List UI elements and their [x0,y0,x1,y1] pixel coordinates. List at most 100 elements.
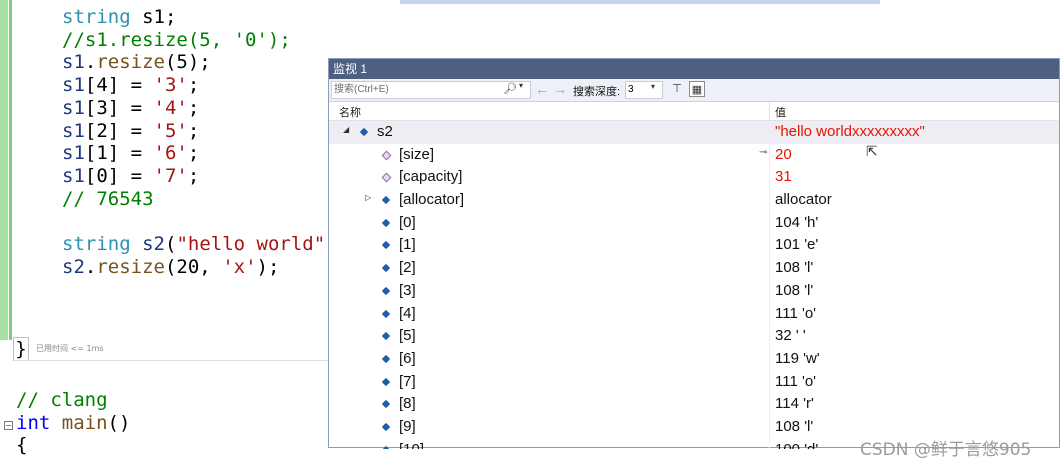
line-separator [14,360,330,361]
field-icon [381,400,391,409]
watch-row[interactable]: [7] 111 'o' [329,370,1059,394]
code-token: s1 [62,74,85,97]
code-token: . [84,255,97,278]
code-token: '3' [153,74,188,97]
column-divider [769,438,770,449]
code-token: s1 [62,51,85,74]
search-icon[interactable]: 🔎︎ [503,82,517,95]
code-token: ); [256,255,280,278]
watch-row[interactable]: ▷ [allocator] allocator [329,189,1059,212]
watch-row-name: [3] [399,281,416,299]
watch-row-value[interactable]: 119 'w' [775,350,820,367]
code-token: [1] = [84,142,154,165]
column-divider[interactable] [769,102,770,120]
search-depth-select[interactable]: 3 [625,81,663,99]
value-column-header[interactable]: 值 [775,104,786,120]
code-token: { [16,434,28,457]
watch-row-name: [4] [399,304,416,322]
watch-row-value[interactable]: 108 'l' [775,282,813,299]
watch-row-value[interactable]: 104 'h' [775,214,818,231]
field-icon [381,354,391,364]
search-input[interactable]: 搜索(Ctrl+E) [331,81,531,99]
watch-row-value[interactable]: 114 'r' [775,395,814,412]
field-icon [381,309,391,318]
watch-row-name: [10] [399,441,424,449]
watch-row-value[interactable]: 108 'l' [775,259,813,276]
watch-window[interactable]: 监视 1 搜索(Ctrl+E) 🔎︎ ▾ ← → 搜索深度: 3 ▾ ⊤ ▦ 名… [328,58,1060,449]
watch-row-value[interactable]: 100 'd' [775,441,818,449]
field-icon [381,241,391,250]
code-token: [0] = [84,164,154,187]
code-line: string s2("hello world" [62,233,325,255]
watch-row-value[interactable]: 101 'e' [775,236,818,253]
watch-row[interactable]: [size] ⊸ 20 [329,143,1059,167]
mouse-cursor-icon: ⇱ [866,143,878,159]
code-token: s2 [142,233,165,255]
field-icon [381,331,391,341]
code-token: ; [187,142,200,165]
watch-row[interactable]: [3] 108 'l' [329,279,1059,303]
watch-row-value[interactable]: 108 'l' [775,418,813,435]
code-token: ( [164,233,177,255]
code-token: s1 [62,142,85,165]
search-depth-label: 搜索深度: [573,86,621,98]
column-divider [769,257,770,280]
pin-icon[interactable]: ⊸ [759,147,767,158]
watch-row-value[interactable]: 31 [775,168,792,185]
watch-row-name: [1] [399,236,416,254]
watch-row-value[interactable]: "hello worldxxxxxxxxx" [775,123,925,140]
search-dropdown-icon[interactable]: ▾ [519,81,523,90]
code-token: [3] = [84,96,154,119]
filter-icon[interactable]: ⊤ [669,81,685,97]
watch-row-value[interactable]: 111 'o' [775,305,816,322]
watch-row[interactable]: [8] 114 'r' [329,393,1059,416]
column-divider [769,393,770,416]
property-icon [381,172,392,183]
watch-row[interactable]: [0] 104 'h' [329,211,1059,235]
name-column-header[interactable]: 名称 [339,104,361,120]
watch-row-value[interactable]: 32 ' ' [775,327,806,344]
watch-row-value[interactable]: 20 [775,146,792,163]
watch-row[interactable]: [capacity] 31 [329,166,1059,190]
code-line: s1[0] = '7'; [62,165,199,187]
watch-window-title[interactable]: 监视 1 [329,59,1059,79]
watch-rows: ◢ s2 "hello worldxxxxxxxxx" [size] ⊸ 20 [capac… [329,121,1059,449]
code-token: . [84,51,97,74]
chevron-down-icon[interactable]: ▾ [651,82,655,91]
watch-row[interactable]: [2] 108 'l' [329,257,1059,280]
column-divider [769,189,770,212]
code-token: // clang [16,389,108,411]
code-token: main [61,411,108,434]
scroll-highlight [400,0,880,4]
code-line: int main() [16,412,130,434]
code-token: resize [96,255,165,278]
watch-row-name: [9] [399,417,416,435]
column-divider [769,166,770,190]
watch-row[interactable]: [5] 32 ' ' [329,325,1059,348]
code-line: s1[1] = '6'; [62,142,199,164]
forward-arrow-icon[interactable]: → [553,81,567,97]
field-icon [381,377,391,386]
code-line: s1[3] = '4'; [62,97,199,119]
watch-row-value[interactable]: allocator [775,191,832,208]
code-token: resize [96,51,165,74]
back-arrow-icon[interactable]: ← [535,81,549,97]
expand-arrow-icon[interactable]: ▷ [365,193,371,202]
hex-display-icon[interactable]: ▦ [689,81,705,97]
code-token: s1 [62,119,85,142]
collapse-arrow-icon[interactable]: ◢ [343,125,349,134]
watch-row[interactable]: [6] 119 'w' [329,347,1059,371]
watch-row-name: [capacity] [399,168,463,186]
elapsed-time-hint: 已用时间 <= 1ms [36,344,104,353]
watch-row[interactable]: ◢ s2 "hello worldxxxxxxxxx" [329,121,1059,144]
watermark: CSDN @鲜于言悠905 [860,440,1032,460]
watch-row-value[interactable]: 111 'o' [775,373,816,390]
field-icon [381,218,391,227]
watch-row[interactable]: [4] 111 'o' [329,302,1059,326]
watch-row[interactable]: [1] 101 'e' [329,234,1059,258]
code-token: [2] = [84,119,154,142]
column-divider [769,370,770,394]
watch-row-name: [allocator] [399,191,465,209]
collapse-toggle-icon[interactable]: − [4,421,13,430]
